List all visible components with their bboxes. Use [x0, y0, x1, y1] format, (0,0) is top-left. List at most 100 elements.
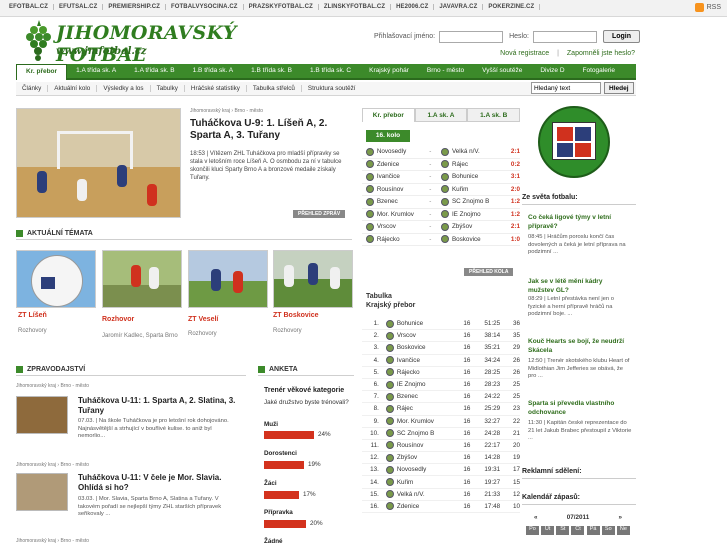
nav-item[interactable]: 1.A třída sk. A	[67, 64, 125, 80]
news-breadcrumb[interactable]: Jihomoravský kraj › Brno - město	[16, 538, 89, 544]
poll-option[interactable]: Žádné	[264, 538, 283, 545]
hero-breadcrumb[interactable]: Jihomoravský kraj › Brno - město	[190, 108, 263, 114]
topic-title[interactable]: ZT Líšeň	[18, 312, 47, 319]
nav-item[interactable]: Brno - město	[418, 64, 473, 80]
table-row[interactable]: 11. Rousínov 16 22:17 20	[362, 440, 520, 453]
nav-item[interactable]: 1.B třída sk. C	[301, 64, 360, 80]
nav-item[interactable]: Krajský pohár	[360, 64, 418, 80]
match-row[interactable]: Rájecko - Boskovice 1:0	[362, 234, 520, 246]
partner-link[interactable]: EFOTBAL.CZ	[4, 4, 54, 10]
world-title[interactable]: Co čeká ligové týmy v letní přípravě?	[528, 214, 628, 231]
partner-link[interactable]: FOTBALVYSOCINA.CZ	[166, 4, 244, 10]
news-overview-button[interactable]: PŘEHLED ZPRÁV	[293, 210, 346, 218]
calendar-prev[interactable]: «	[534, 514, 538, 521]
subnav-item[interactable]: Hráčské statistiky	[183, 85, 246, 92]
news-breadcrumb[interactable]: Jihomoravský kraj › Brno - město	[16, 383, 89, 389]
subnav-item[interactable]: Tabulky	[149, 85, 184, 92]
rss-link[interactable]: RSS	[694, 3, 721, 12]
table-row[interactable]: 15. Velká n/V. 16 21:33 12	[362, 489, 520, 501]
world-title[interactable]: Jak se v létě mění kádry mužstev GL?	[528, 278, 628, 295]
topic-thumb[interactable]	[102, 250, 182, 308]
topic-thumb[interactable]	[188, 250, 268, 308]
partner-link[interactable]: JAVAVRA.CZ	[434, 4, 484, 10]
table-row[interactable]: 14. Kuřim 16 19:27 15	[362, 476, 520, 489]
nav-item[interactable]: Kr. přebor	[16, 64, 68, 80]
poll-option[interactable]: Dorostenci	[264, 450, 297, 457]
subnav-item[interactable]: Tabulka střelců	[245, 85, 301, 92]
match-row[interactable]: Vrscov - Zbýšov 2:1	[362, 221, 520, 234]
topic-thumb[interactable]	[273, 250, 353, 308]
subnav-item[interactable]: Aktuální kolo	[47, 85, 96, 92]
topic-title[interactable]: ZT Veselí	[188, 316, 218, 323]
table-row[interactable]: 10. SC Znojmo B 16 24:28 21	[362, 428, 520, 440]
table-row[interactable]: 6. IE Znojmo 16 28:23 25	[362, 379, 520, 392]
username-input[interactable]	[439, 30, 504, 43]
round-overview-button[interactable]: PŘEHLED KOLA	[464, 268, 514, 276]
match-row[interactable]: Ivančice - Bohunice 3:1	[362, 171, 520, 184]
match-row[interactable]: Bzenec - SC Znojmo B 1:2	[362, 196, 520, 209]
table-row[interactable]: 8. Rájec 16 25:29 23	[362, 403, 520, 416]
world-text: 08:45 | Hráčům poroslu končí čas dovolen…	[528, 234, 626, 255]
match-row[interactable]: Novosedly - Velká n/V. 2:1	[362, 146, 520, 159]
table-row[interactable]: 2. Vrscov 16 38:14 35	[362, 330, 520, 343]
subnav-item[interactable]: Články	[16, 85, 47, 92]
poll-option[interactable]: Žáci	[264, 480, 277, 487]
team-position: 6.	[373, 381, 379, 389]
news-title[interactable]: Tuháčkova U-11: 1. Sparta A, 2. Slatina,…	[78, 396, 236, 416]
partner-link[interactable]: PRAZSKYFOTBAL.CZ	[244, 4, 319, 10]
table-row[interactable]: 4. Ivančice 16 34:24 26	[362, 355, 520, 367]
match-row[interactable]: Ždenice - Rájec 0:2	[362, 159, 520, 171]
table-row[interactable]: 1. Bohunice 16 51:25 36	[362, 318, 520, 331]
forgot-password-link[interactable]: Zapomněli jste heslo?	[567, 50, 635, 57]
hero-photo[interactable]	[16, 108, 181, 218]
nav-item[interactable]: 1.B třída sk. B	[242, 64, 301, 80]
poll-option[interactable]: Přípravka	[264, 509, 293, 516]
topic-thumb[interactable]	[16, 250, 96, 308]
table-row[interactable]: 5. Rájecko 16 28:25 26	[362, 367, 520, 379]
site-logo[interactable]: JIHOMORAVSKÝ FOTBAL www.jmfotbal.cz	[24, 18, 284, 66]
password-input[interactable]	[532, 30, 597, 43]
league-tab[interactable]: Kr. přebor	[362, 108, 415, 122]
world-title[interactable]: Kouč Hearts se bojí, že neudrží Skácela	[528, 338, 628, 355]
partner-link[interactable]: EFUTSAL.CZ	[54, 4, 104, 10]
league-tab[interactable]: 1.A sk. B	[467, 108, 521, 122]
nav-item[interactable]: 1.B třída sk. A	[184, 64, 242, 80]
news-title[interactable]: Tuháčkova U-11: V čele je Mor. Slavia. O…	[78, 473, 236, 493]
table-row[interactable]: 16. Ždenice 16 17:48 10	[362, 501, 520, 513]
table-row[interactable]: 13. Novosedly 16 19:31 17	[362, 464, 520, 477]
calendar-day-header: Ne	[616, 526, 630, 535]
subnav-item[interactable]: Struktura soutěží	[300, 85, 362, 92]
match-row[interactable]: Rousínov - Kuřim 2:0	[362, 184, 520, 196]
partner-link[interactable]: PREMIERSHIP.CZ	[103, 4, 166, 10]
topic-title[interactable]: Rozhovor	[102, 316, 134, 323]
calendar-next[interactable]: »	[618, 514, 622, 521]
table-row[interactable]: 7. Bzenec 16 24:22 25	[362, 391, 520, 404]
match-row[interactable]: Mor. Krumlov - IE Znojmo 1:2	[362, 209, 520, 221]
partner-link[interactable]: HE2006.CZ	[391, 4, 435, 10]
subnav-item[interactable]: Výsledky a los	[96, 85, 149, 92]
hero-title[interactable]: Tuháčkova U-9: 1. Líšeň A, 2. Sparta A, …	[190, 118, 355, 142]
news-thumb[interactable]	[16, 473, 68, 511]
partner-link[interactable]: POKERZINE.CZ	[483, 4, 541, 10]
search-input[interactable]	[531, 82, 601, 94]
table-row[interactable]: 12. Zbýšov 16 14:28 19	[362, 452, 520, 465]
search-button[interactable]: Hledej	[604, 82, 634, 94]
news-breadcrumb[interactable]: Jihomoravský kraj › Brno - město	[16, 462, 89, 468]
poll-option[interactable]: Muži	[264, 421, 278, 428]
news-thumb[interactable]	[16, 396, 68, 434]
topic-title[interactable]: ZT Boskovice	[273, 312, 319, 319]
league-tab[interactable]: 1.A sk. A	[414, 108, 468, 122]
match-calendar: « 07/2011 » Po Út St Čt Pá So Ne	[526, 512, 630, 535]
nav-item[interactable]: Fotogalerie	[574, 64, 625, 80]
register-link[interactable]: Nová registrace	[500, 50, 549, 57]
team-name: Rájec	[396, 405, 413, 413]
goal-score: 22:17	[484, 441, 501, 449]
table-row[interactable]: 3. Boskovice 16 35:21 29	[362, 342, 520, 355]
login-button[interactable]: Login	[602, 30, 640, 43]
world-title[interactable]: Sparta si převedla vlastního odchovance	[528, 400, 628, 417]
nav-item[interactable]: 1.A třída sk. B	[125, 64, 183, 80]
nav-item[interactable]: Vyšší soutěže	[473, 64, 531, 80]
partner-link[interactable]: ZLINSKYFOTBAL.CZ	[319, 4, 392, 10]
table-row[interactable]: 9. Mor. Krumlov 16 32:27 22	[362, 416, 520, 428]
nav-item[interactable]: Divize D	[531, 64, 573, 80]
